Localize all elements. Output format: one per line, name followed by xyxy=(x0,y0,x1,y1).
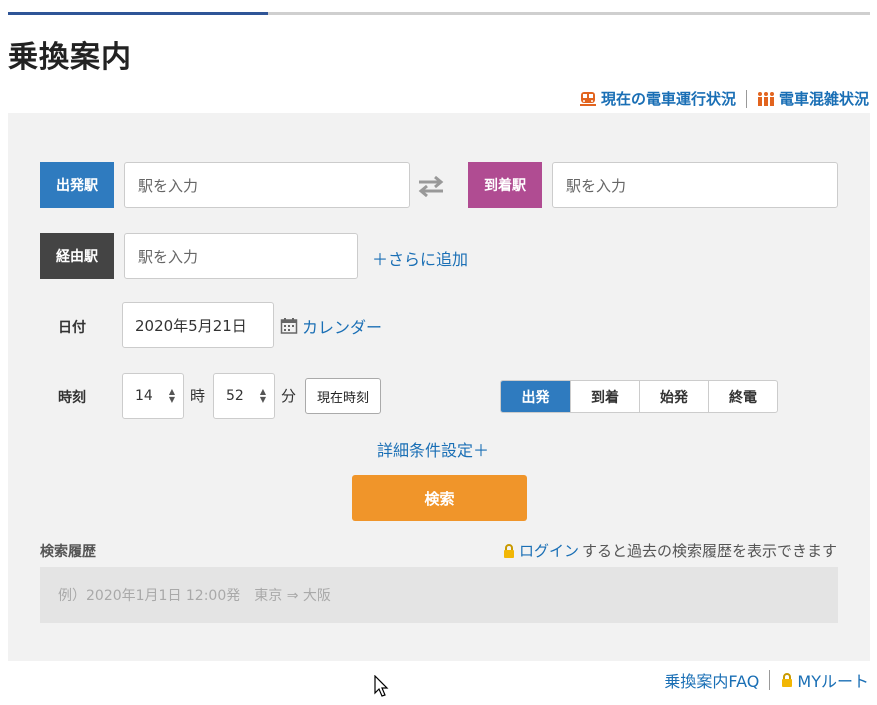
page-title: 乗換案内 xyxy=(8,40,132,75)
crowd-icon xyxy=(757,91,774,106)
minute-select[interactable]: 52 ▲ ▼ xyxy=(213,373,275,419)
via-input[interactable]: 駅を入力 xyxy=(124,233,358,279)
footer-links: 乗換案内FAQ MYルート xyxy=(664,668,869,692)
lock-icon xyxy=(782,673,793,687)
calendar-link[interactable]: カレンダー xyxy=(280,314,382,338)
my-route-link[interactable]: MYルート xyxy=(780,668,869,692)
mode-arrival[interactable]: 到着 xyxy=(570,381,639,412)
top-progress-bar xyxy=(8,12,870,15)
calendar-icon xyxy=(280,318,298,334)
mode-last-train[interactable]: 終電 xyxy=(708,381,777,412)
updown-icon: ▲ ▼ xyxy=(168,387,175,404)
history-note-text: すると過去の検索履歴を表示できます xyxy=(581,542,837,560)
crowd-status-link[interactable]: 電車混雑状況 xyxy=(757,88,869,109)
login-link[interactable]: ログイン xyxy=(519,540,579,561)
minute-unit: 分 xyxy=(281,387,297,405)
divider xyxy=(769,670,771,690)
via-label: 経由駅 xyxy=(40,233,114,279)
detail-settings-link[interactable]: 詳細条件設定＋ xyxy=(377,437,489,461)
date-label: 日付 xyxy=(58,320,86,336)
hour-value: 14 xyxy=(135,388,153,404)
history-example: 例）2020年1月1日 12:00発 東京 ⇒ 大阪 xyxy=(40,567,838,623)
time-mode-toggle: 出発 到着 始発 終電 xyxy=(500,380,778,413)
history-label: 検索履歴 xyxy=(40,544,96,560)
calendar-label: カレンダー xyxy=(302,318,383,337)
header-links: 現在の電車運行状況 電車混雑状況 xyxy=(579,88,869,109)
mouse-cursor-icon xyxy=(374,675,389,697)
departure-input[interactable]: 駅を入力 xyxy=(124,162,410,208)
current-time-button[interactable]: 現在時刻 xyxy=(305,378,381,414)
crowd-status-label: 電車混雑状況 xyxy=(778,90,869,108)
hour-unit: 時 xyxy=(190,387,206,405)
time-label: 時刻 xyxy=(58,390,86,406)
divider xyxy=(745,89,747,108)
hour-select[interactable]: 14 ▲ ▼ xyxy=(122,373,184,419)
arrival-label: 到着駅 xyxy=(468,162,542,208)
top-progress-accent xyxy=(8,12,268,15)
date-input[interactable]: 2020年5月21日 xyxy=(122,302,274,348)
swap-icon[interactable] xyxy=(416,175,446,197)
add-via-link[interactable]: ＋さらに追加 xyxy=(372,246,468,270)
mode-departure[interactable]: 出発 xyxy=(501,381,570,412)
departure-label: 出発駅 xyxy=(40,162,114,208)
arrival-input[interactable]: 駅を入力 xyxy=(552,162,838,208)
train-status-label: 現在の電車運行状況 xyxy=(600,90,736,108)
mode-first-train[interactable]: 始発 xyxy=(639,381,708,412)
my-route-label: MYルート xyxy=(797,672,869,691)
lock-icon xyxy=(503,543,514,558)
updown-icon: ▲ ▼ xyxy=(259,387,266,404)
history-note: ログイン すると過去の検索履歴を表示できます xyxy=(502,540,837,561)
train-status-link[interactable]: 現在の電車運行状況 xyxy=(579,88,736,109)
search-button[interactable]: 検索 xyxy=(352,475,527,521)
minute-value: 52 xyxy=(226,388,244,404)
train-icon xyxy=(579,91,596,106)
faq-link[interactable]: 乗換案内FAQ xyxy=(664,668,759,692)
